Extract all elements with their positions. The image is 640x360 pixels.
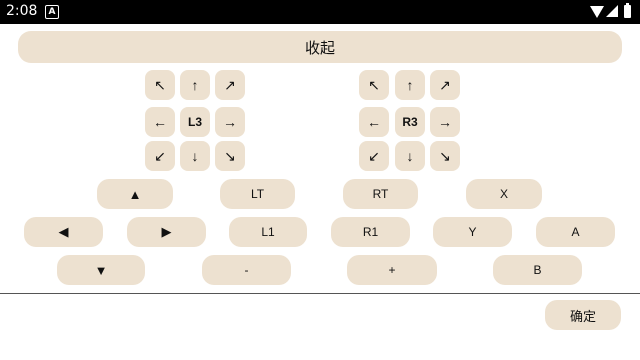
left-stick-right-button[interactable]: → bbox=[215, 107, 245, 137]
plus-button[interactable]: + bbox=[347, 255, 437, 285]
confirm-button[interactable]: 确定 bbox=[545, 300, 621, 330]
left-stick-up-button[interactable]: ↑ bbox=[180, 70, 210, 100]
x-button[interactable]: X bbox=[466, 179, 542, 209]
l3-button[interactable]: L3 bbox=[180, 107, 210, 137]
left-stick-down-right-button[interactable]: ↘ bbox=[215, 141, 245, 171]
battery-icon bbox=[624, 3, 631, 18]
notification-icon: A bbox=[45, 5, 59, 19]
wifi-icon bbox=[590, 6, 604, 18]
right-stick-right-button[interactable]: → bbox=[430, 107, 460, 137]
right-stick-up-right-button[interactable]: ↗ bbox=[430, 70, 460, 100]
right-stick-down-right-button[interactable]: ↘ bbox=[430, 141, 460, 171]
dpad-left-button[interactable]: ◀ bbox=[24, 217, 103, 247]
l1-button[interactable]: L1 bbox=[229, 217, 307, 247]
right-stick-down-button[interactable]: ↓ bbox=[395, 141, 425, 171]
right-stick-up-button[interactable]: ↑ bbox=[395, 70, 425, 100]
dpad-up-button[interactable]: ▲ bbox=[97, 179, 173, 209]
right-stick-up-left-button[interactable]: ↖ bbox=[359, 70, 389, 100]
rt-button[interactable]: RT bbox=[343, 179, 418, 209]
r1-button[interactable]: R1 bbox=[331, 217, 410, 247]
left-stick-up-right-button[interactable]: ↗ bbox=[215, 70, 245, 100]
r3-button[interactable]: R3 bbox=[395, 107, 425, 137]
left-stick-down-button[interactable]: ↓ bbox=[180, 141, 210, 171]
left-stick-left-button[interactable]: ← bbox=[145, 107, 175, 137]
dpad-down-button[interactable]: ▼ bbox=[57, 255, 145, 285]
minus-button[interactable]: - bbox=[202, 255, 291, 285]
right-stick-left-button[interactable]: ← bbox=[359, 107, 389, 137]
status-time: 2:08 bbox=[6, 3, 38, 19]
status-bar: 2:08 A bbox=[0, 0, 640, 24]
footer-divider bbox=[0, 293, 640, 294]
lt-button[interactable]: LT bbox=[220, 179, 295, 209]
dpad-right-button[interactable]: ▶ bbox=[127, 217, 206, 247]
right-stick-down-left-button[interactable]: ↙ bbox=[359, 141, 389, 171]
b-button[interactable]: B bbox=[493, 255, 582, 285]
y-button[interactable]: Y bbox=[433, 217, 512, 247]
cell-signal-icon bbox=[606, 5, 618, 17]
a-button[interactable]: A bbox=[536, 217, 615, 247]
left-stick-down-left-button[interactable]: ↙ bbox=[145, 141, 175, 171]
left-stick-up-left-button[interactable]: ↖ bbox=[145, 70, 175, 100]
collapse-button[interactable]: 收起 bbox=[18, 31, 622, 63]
